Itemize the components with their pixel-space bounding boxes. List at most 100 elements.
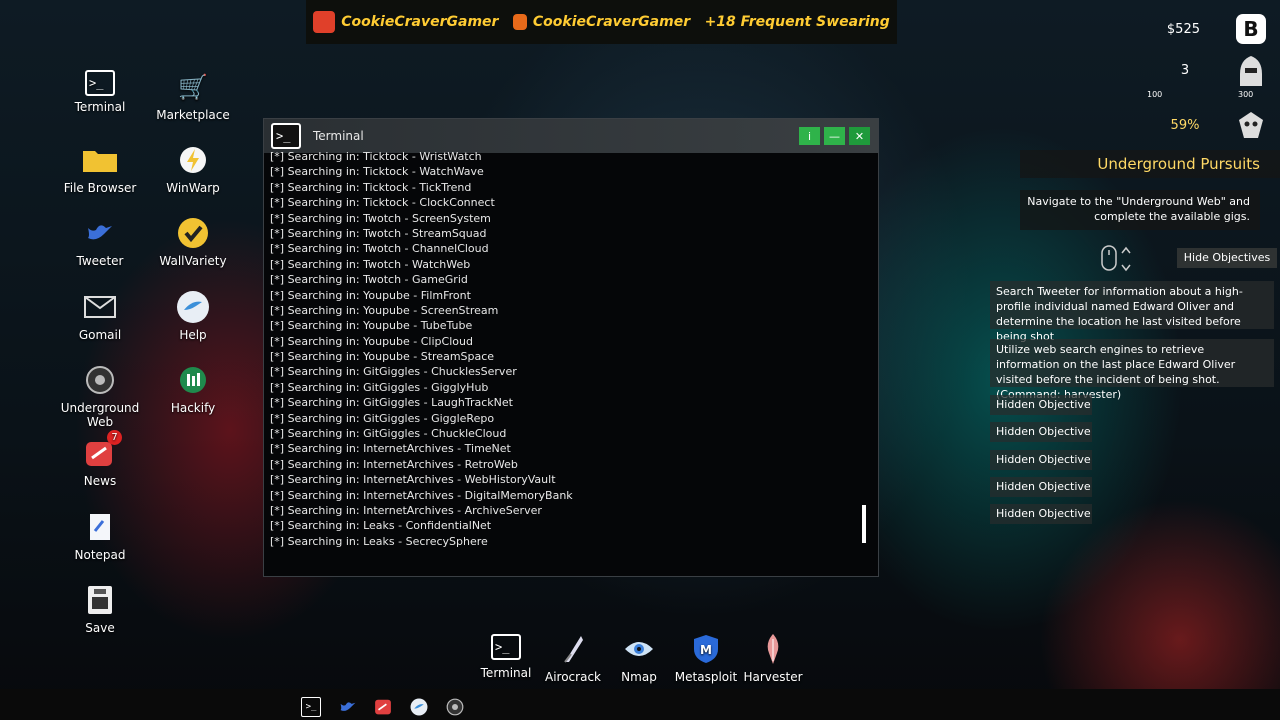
- task-item: Search Tweeter for information about a h…: [990, 281, 1274, 343]
- close-icon: ✕: [854, 129, 865, 143]
- terminal-icon: >_: [491, 634, 521, 660]
- taskbar-help-icon[interactable]: [409, 697, 429, 717]
- taskbar-terminal-icon[interactable]: >_: [301, 697, 321, 717]
- terminal-icon: >_: [271, 123, 301, 149]
- mouse-scroll-icon: [1100, 244, 1134, 274]
- level-display: 3: [1180, 63, 1190, 78]
- dock-tool-nmap[interactable]: Nmap: [607, 634, 671, 684]
- dock-tool-airocrack[interactable]: Airocrack: [541, 634, 605, 684]
- terminal-line: [*] Searching in: Ticktock - WristWatch: [270, 150, 482, 163]
- desktop-icon-save[interactable]: Save: [50, 583, 150, 635]
- close-button[interactable]: ✕: [849, 127, 870, 145]
- terminal-line: [*] Searching in: GitGiggles - ChucklesS…: [270, 365, 517, 379]
- terminal-line: [*] Searching in: Ticktock - ClockConnec…: [270, 196, 495, 210]
- dock-tool-terminal[interactable]: >_ Terminal: [474, 634, 538, 680]
- terminal-line: [*] Searching in: Youpube - ClipCloud: [270, 334, 473, 348]
- desktop-icon-label: Gomail: [78, 328, 122, 342]
- news-badge: 7: [107, 430, 122, 445]
- taskbar-tweeter-icon[interactable]: [338, 697, 358, 717]
- desktop-icon-label: Notepad: [74, 548, 126, 562]
- terminal-line: [*] Searching in: InternetArchives - Web…: [270, 473, 556, 487]
- desktop-icon-wallvariety[interactable]: WallVariety: [143, 216, 243, 268]
- minimize-button[interactable]: —: [824, 127, 845, 145]
- xp-min: 100: [1147, 90, 1163, 99]
- desktop-icon-marketplace[interactable]: 🛒 Marketplace: [143, 70, 243, 122]
- terminal-line: [*] Searching in: InternetArchives - Arc…: [270, 503, 542, 517]
- banner-item-channel: CookieCraverGamer: [512, 14, 690, 30]
- desktop-icon-winwarp[interactable]: WinWarp: [143, 143, 243, 195]
- dock-tool-label: Terminal: [480, 666, 532, 680]
- task-item: Utilize web search engines to retrieve i…: [990, 339, 1274, 401]
- desktop-icon-label: WinWarp: [166, 181, 220, 195]
- desktop-icon-notepad[interactable]: Notepad: [50, 510, 150, 562]
- anonymity-icon: [1236, 110, 1266, 140]
- hacker-icon: [1236, 54, 1266, 88]
- taskbar-news-icon[interactable]: [373, 697, 393, 717]
- money-display: $525: [1166, 22, 1200, 37]
- dock-tool-metasploit[interactable]: M Metasploit: [674, 634, 738, 684]
- dock-tool-harvester[interactable]: Harvester: [741, 634, 805, 684]
- terminal-output[interactable]: [*] Searching in: Ticktock - WristWatch […: [270, 149, 850, 551]
- terminal-line: [*] Searching in: Ticktock - WatchWave: [270, 165, 484, 179]
- hidden-objective: Hidden Objective: [990, 504, 1092, 524]
- terminal-line: [*] Searching in: GitGiggles - GigglyHub: [270, 380, 489, 394]
- banner-item-tiktok: CookieCraverGamer: [313, 11, 498, 33]
- desktop-icon-label: Tweeter: [76, 254, 124, 268]
- desktop-icon-help[interactable]: Help: [143, 290, 243, 342]
- desktop-icon-label: File Browser: [63, 181, 137, 195]
- banner-text: CookieCraverGamer: [341, 14, 499, 30]
- terminal-line: [*] Searching in: Twotch - GameGrid: [270, 273, 468, 287]
- hide-objectives-button[interactable]: Hide Objectives: [1177, 248, 1277, 268]
- info-button[interactable]: i: [799, 127, 820, 145]
- stream-banner: CookieCraverGamer CookieCraverGamer +18 …: [306, 0, 897, 44]
- terminal-line: [*] Searching in: Twotch - ScreenSystem: [270, 211, 491, 225]
- underground-web-icon: [82, 363, 118, 397]
- channel-icon: [512, 14, 527, 30]
- desktop-icon-label: Terminal: [74, 100, 126, 114]
- terminal-line: [*] Searching in: Youpube - ScreenStream: [270, 303, 499, 317]
- tiktok-icon: [313, 11, 336, 33]
- desktop-icon-hackify[interactable]: Hackify: [143, 363, 243, 415]
- terminal-line: [*] Searching in: Leaks - ConfidentialNe…: [270, 519, 492, 533]
- terminal-window[interactable]: >_ Terminal i — ✕ [*] Searching in: Tick…: [263, 118, 879, 577]
- percent-display: 59%: [1170, 118, 1200, 133]
- desktop-icon-label: News: [83, 474, 117, 488]
- terminal-icon: >_: [85, 70, 115, 96]
- wallpaper-icon: [175, 216, 211, 250]
- desktop-icon-underground-web[interactable]: Underground Web: [50, 363, 150, 429]
- terminal-line: [*] Searching in: Youpube - FilmFront: [270, 288, 471, 302]
- desktop-icon-tweeter[interactable]: Tweeter: [50, 216, 150, 268]
- desktop-icon-label: WallVariety: [159, 254, 227, 268]
- desktop-icon-label: Hackify: [170, 401, 216, 415]
- objective-title: Underground Pursuits: [1020, 150, 1280, 178]
- window-title: Terminal: [313, 129, 364, 143]
- banner-text: +18 Frequent Swearing: [704, 14, 890, 30]
- bird-icon: [82, 216, 118, 250]
- desktop-icon-terminal[interactable]: >_ Terminal: [50, 70, 150, 114]
- lightning-icon: [175, 143, 211, 177]
- desktop-icon-file-browser[interactable]: File Browser: [50, 143, 150, 195]
- terminal-line: [*] Searching in: Youpube - TubeTube: [270, 319, 473, 333]
- banner-item-warning: +18 Frequent Swearing: [705, 14, 890, 30]
- terminal-scrollbar[interactable]: [862, 505, 866, 543]
- desktop-icon-news[interactable]: 7 News: [50, 430, 150, 488]
- taskbar: [0, 689, 1280, 720]
- harvester-icon: [757, 634, 789, 664]
- desktop-icon-label: Help: [179, 328, 207, 342]
- desktop-icon-label: Underground Web: [60, 401, 140, 429]
- shield-icon: M: [690, 634, 722, 664]
- dock-tool-label: Airocrack: [545, 670, 601, 684]
- terminal-line: [*] Searching in: GitGiggles - LaughTrac…: [270, 396, 513, 410]
- desktop-icon-label: Save: [85, 621, 115, 635]
- bank-icon[interactable]: B: [1236, 14, 1266, 44]
- dock-tool-label: Metasploit: [674, 670, 738, 684]
- cart-icon: 🛒: [178, 73, 208, 101]
- terminal-titlebar[interactable]: >_ Terminal i — ✕: [264, 119, 878, 153]
- svg-text:M: M: [700, 643, 712, 657]
- mail-icon: [82, 290, 118, 324]
- hackify-icon: [175, 363, 211, 397]
- desktop-icon-gomail[interactable]: Gomail: [50, 290, 150, 342]
- news-icon: 7: [82, 430, 122, 470]
- hidden-objective: Hidden Objective: [990, 422, 1092, 442]
- taskbar-underground-web-icon[interactable]: [445, 697, 465, 717]
